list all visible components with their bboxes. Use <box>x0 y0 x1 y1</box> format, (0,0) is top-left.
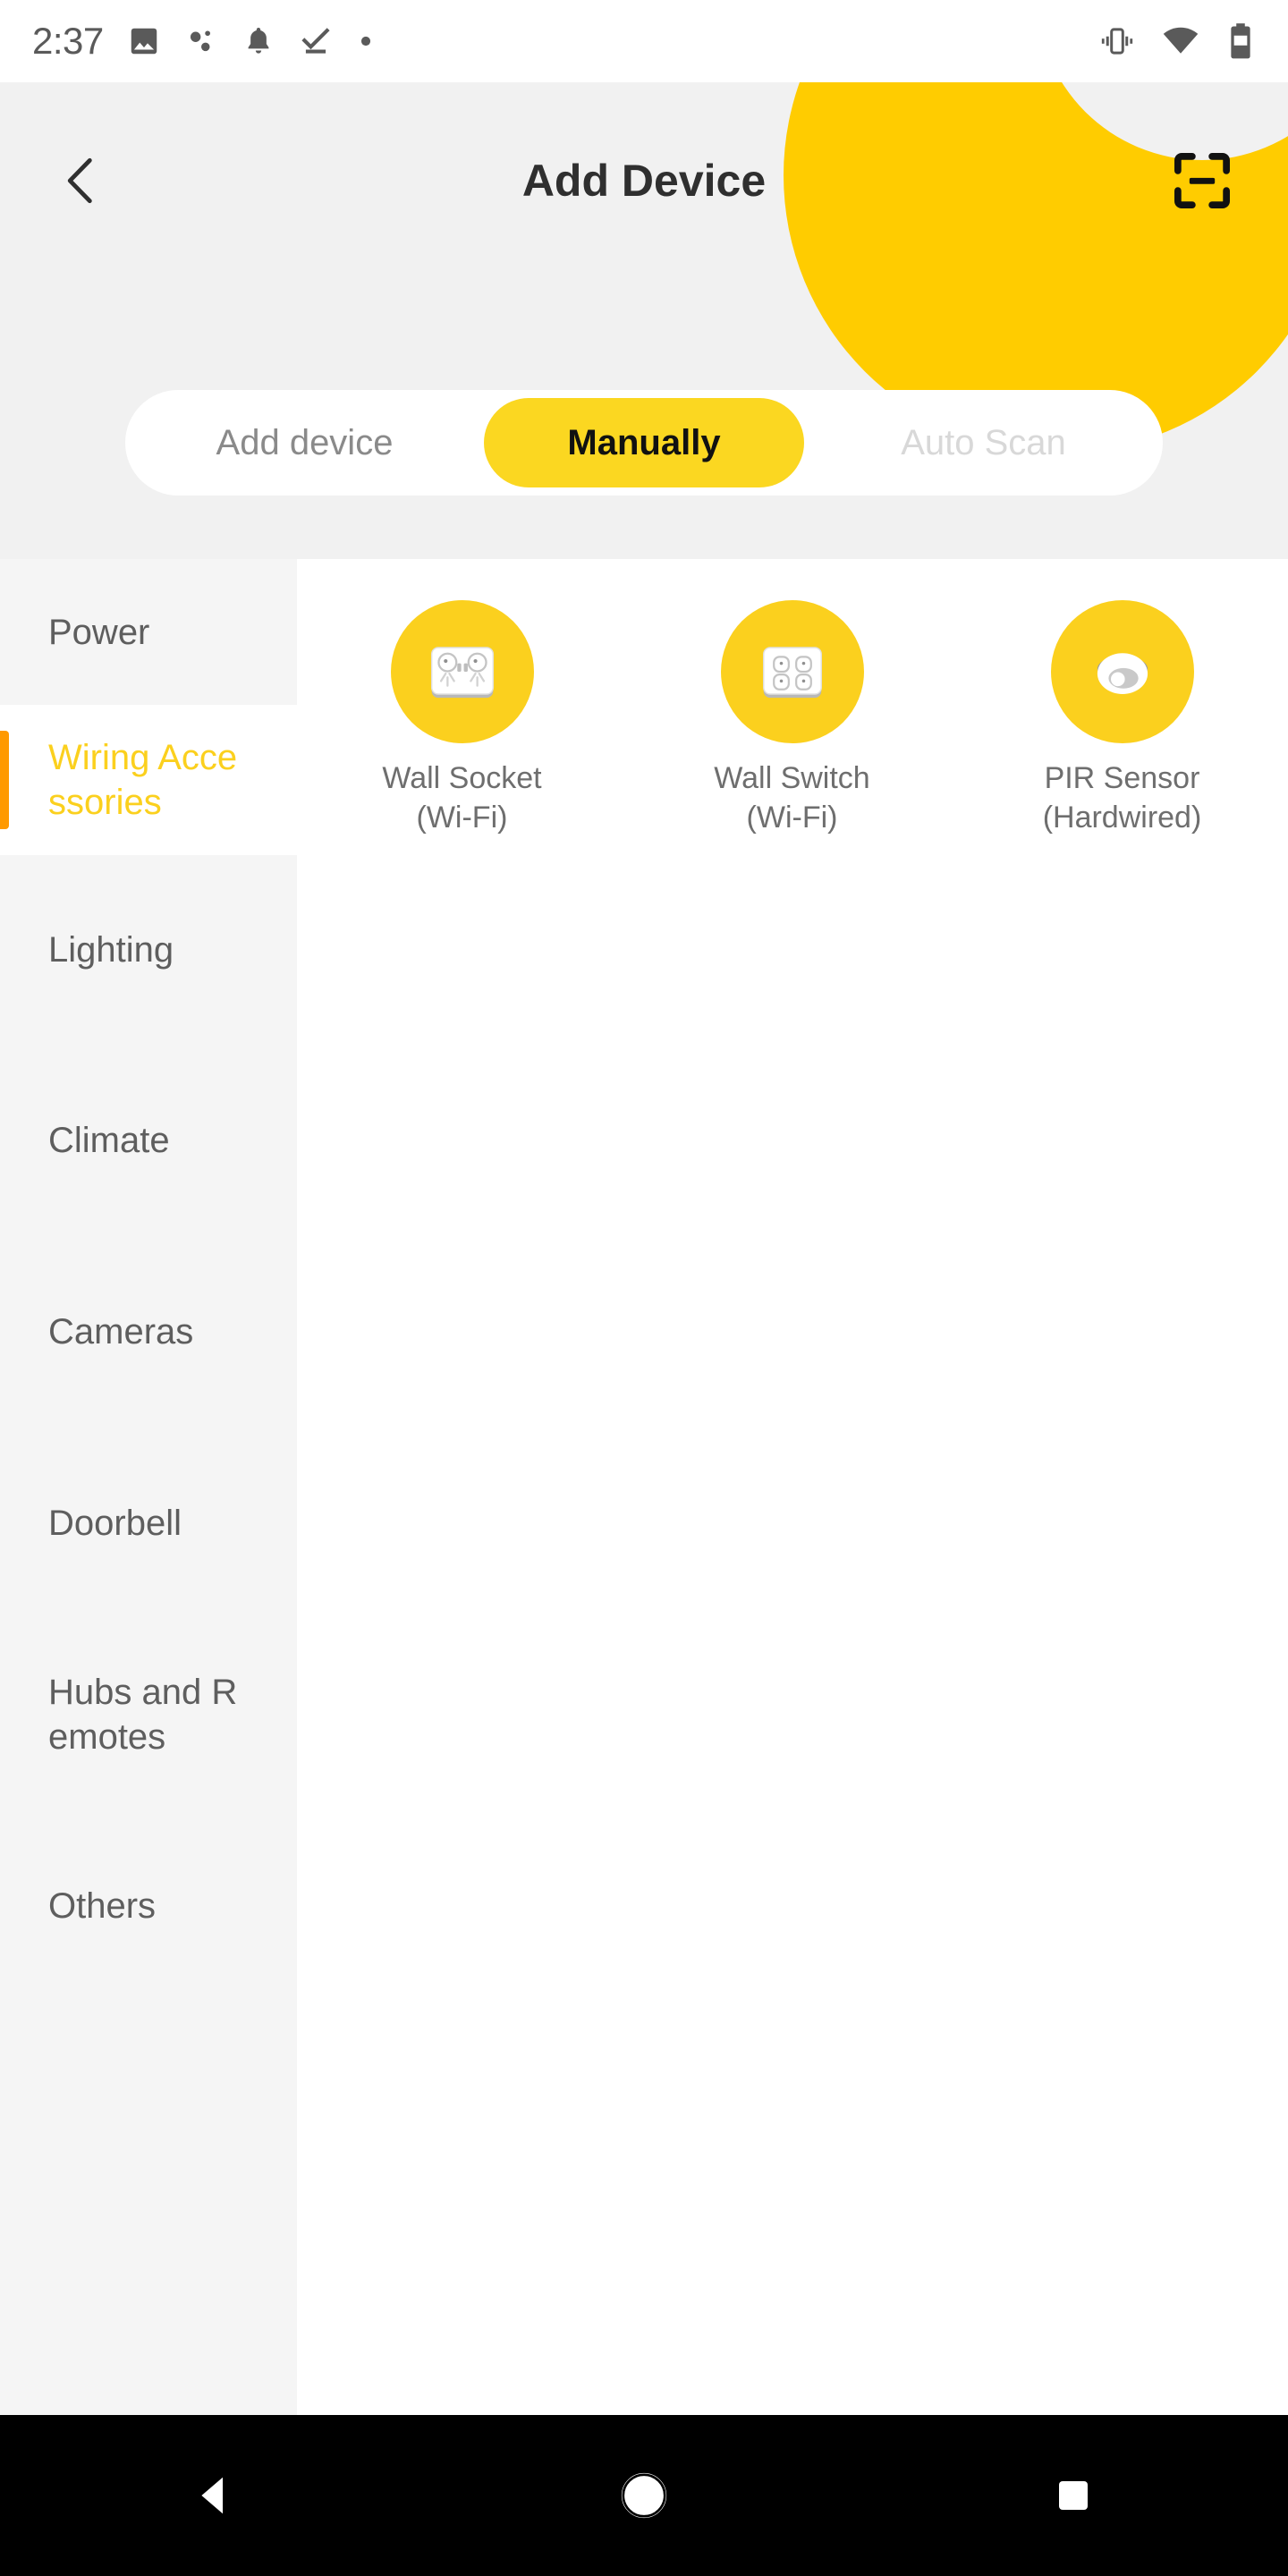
scan-qr-icon <box>1174 153 1230 208</box>
status-bar-left: 2:37 <box>32 20 376 63</box>
sidebar-item-others[interactable]: Others <box>0 1810 297 2002</box>
sidebar-item-lighting[interactable]: Lighting <box>0 855 297 1045</box>
device-icon-circle <box>1050 600 1194 743</box>
sidebar-item-wiring-accessories[interactable]: Wiring Accessories <box>0 705 297 855</box>
status-bar-clock: 2:37 <box>32 20 104 62</box>
nav-recents-button[interactable] <box>993 2415 1154 2576</box>
wall-socket-icon <box>430 647 494 699</box>
device-name: Wall Socket <box>382 761 542 795</box>
device-icon-circle <box>720 600 864 743</box>
sidebar-item-power[interactable]: Power <box>0 559 297 705</box>
device-label: PIR Sensor (Hardwired) <box>1043 759 1202 837</box>
sidebar-item-label: Others <box>48 1886 157 1926</box>
status-bar: 2:37 <box>0 0 1288 82</box>
sidebar-item-climate[interactable]: Climate <box>0 1045 297 1236</box>
device-card-wall-socket[interactable]: Wall Socket (Wi-Fi) <box>297 600 627 837</box>
device-label: Wall Switch (Wi-Fi) <box>714 759 869 837</box>
nav-home-icon <box>621 2472 667 2519</box>
sidebar-item-label: Doorbell <box>48 1504 182 1543</box>
device-connectivity: (Hardwired) <box>1042 800 1202 835</box>
sidebar-item-label: Wiring Accessories <box>48 738 238 822</box>
tab-add-device[interactable]: Add device <box>125 390 484 496</box>
device-card-wall-switch[interactable]: Wall Switch (Wi-Fi) <box>627 600 957 837</box>
device-connectivity: (Wi-Fi) <box>746 800 838 835</box>
device-grid: Wall Socket (Wi-Fi) Wall Switch (Wi-Fi) … <box>297 559 1288 2415</box>
device-label: Wall Socket (Wi-Fi) <box>382 759 541 837</box>
photo-icon <box>131 28 157 55</box>
bell-icon <box>248 27 269 54</box>
pir-sensor-icon <box>1097 653 1148 694</box>
device-connectivity: (Wi-Fi) <box>416 800 508 835</box>
scan-button[interactable] <box>1148 127 1256 234</box>
dot-icon <box>360 36 370 47</box>
device-card-pir-sensor[interactable]: PIR Sensor (Hardwired) <box>957 600 1287 837</box>
page-title: Add Device <box>521 156 767 206</box>
status-bar-right <box>1098 21 1256 61</box>
nav-back-icon <box>201 2477 223 2514</box>
sidebar-item-hubs-and-remotes[interactable]: Hubs and Remotes <box>0 1619 297 1810</box>
sidebar-item-label: Lighting <box>48 930 174 970</box>
nav-back-button[interactable] <box>134 2415 295 2576</box>
category-sidebar[interactable]: Power Wiring Accessories Lighting Climat… <box>0 559 297 2415</box>
device-icon-circle <box>390 600 534 743</box>
android-navigation-bar[interactable] <box>0 2415 1288 2576</box>
tab-auto-scan[interactable]: Auto Scan <box>804 390 1163 496</box>
device-name: PIR Sensor <box>1044 761 1200 795</box>
back-button[interactable] <box>14 114 148 248</box>
sidebar-item-label: Hubs and Remotes <box>48 1673 238 1757</box>
device-name: Wall Switch <box>714 761 870 795</box>
app-header: Add Device Add device Manually Auto Scan <box>0 82 1288 559</box>
battery-icon <box>1231 23 1250 59</box>
chevron-left-icon <box>67 157 92 204</box>
sidebar-item-label: Power <box>48 612 150 652</box>
add-device-mode-tabs[interactable]: Add device Manually Auto Scan <box>125 390 1163 496</box>
wall-switch-icon <box>762 647 822 699</box>
sidebar-item-label: Cameras <box>48 1312 194 1352</box>
vibrate-icon <box>1101 28 1133 55</box>
sidebar-item-label: Climate <box>48 1121 170 1160</box>
tab-manually[interactable]: Manually <box>484 398 804 487</box>
active-indicator-bar <box>0 731 9 829</box>
appbar: Add Device <box>0 82 1288 279</box>
nav-recents-icon <box>1059 2481 1088 2510</box>
sidebar-item-cameras[interactable]: Cameras <box>0 1236 297 1428</box>
nav-home-button[interactable] <box>564 2415 724 2576</box>
check-download-icon <box>301 28 330 54</box>
content-area: Power Wiring Accessories Lighting Climat… <box>0 559 1288 2415</box>
wifi-icon <box>1163 27 1199 54</box>
dots-icon <box>190 30 210 52</box>
sidebar-item-doorbell[interactable]: Doorbell <box>0 1428 297 1619</box>
